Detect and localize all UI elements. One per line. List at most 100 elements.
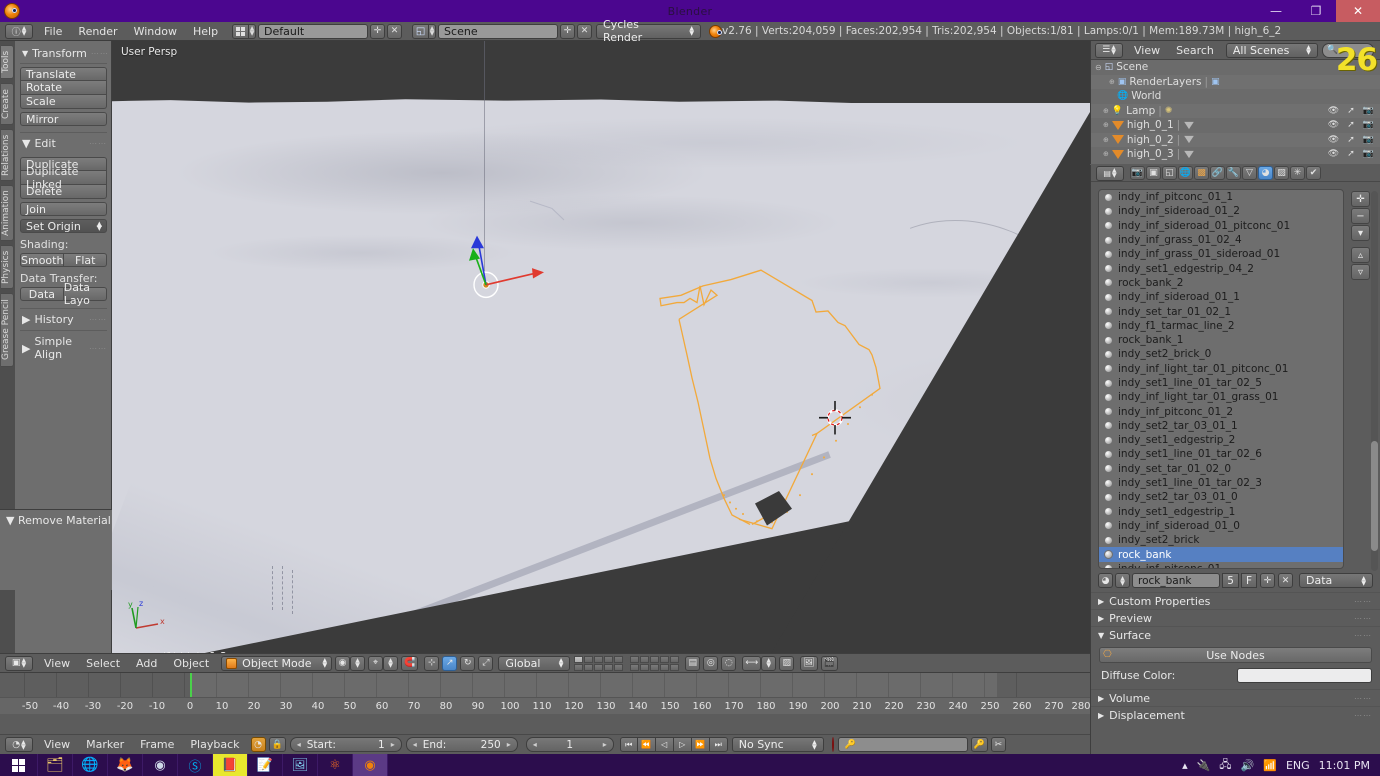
properties-editor-type-selector[interactable]: ▤ ▲ ▼ bbox=[1096, 165, 1124, 181]
restrict-view-icon[interactable]: 👁 bbox=[1328, 120, 1339, 130]
clock[interactable]: 11:01 PM bbox=[1319, 759, 1370, 772]
auto-keyframe-button[interactable]: ◔ bbox=[250, 737, 266, 752]
timeline-menu-view[interactable]: View bbox=[36, 736, 78, 753]
remove-keying-set-button[interactable]: ✂ bbox=[990, 737, 1006, 752]
sync-mode-dropdown[interactable]: No Sync ▲ ▼ bbox=[731, 737, 824, 752]
transform-orientation-dropdown[interactable]: Global ▲ ▼ bbox=[498, 655, 571, 671]
render-animation-button[interactable]: 🎬 bbox=[820, 655, 838, 671]
signal-icon[interactable]: 📶 bbox=[1263, 759, 1277, 772]
material-slot-row[interactable]: indy_inf_light_tar_01_grass_01 bbox=[1099, 390, 1343, 404]
material-slot-row[interactable]: indy_inf_sideroad_01_pitconc_01 bbox=[1099, 219, 1343, 233]
material-slot-row-selected[interactable]: rock_bank bbox=[1099, 547, 1343, 562]
material-slot-row[interactable]: indy_set2_brick bbox=[1099, 533, 1343, 547]
remove-material-slot-header[interactable]: ▼ Remove Material Slot bbox=[0, 510, 112, 527]
set-origin-dropdown[interactable]: Set Origin ▲ ▼ bbox=[20, 219, 107, 233]
menu-file[interactable]: File bbox=[36, 23, 70, 40]
viewport-shading-spinner[interactable]: ▲ ▼ bbox=[350, 655, 366, 671]
outliner-display-mode-dropdown[interactable]: All Scenes ▲ ▼ bbox=[1225, 42, 1318, 58]
photo-viewer-icon[interactable]: 🖼 bbox=[283, 754, 318, 776]
current-frame-field[interactable]: ◂ 1 ▸ bbox=[525, 737, 614, 752]
tab-object[interactable]: ▩ bbox=[1194, 166, 1209, 180]
notepad-icon[interactable]: 📝 bbox=[248, 754, 283, 776]
material-slot-row[interactable]: indy_inf_light_tar_01_pitconc_01 bbox=[1099, 362, 1343, 376]
viewport-menu-add[interactable]: Add bbox=[128, 655, 165, 672]
timeline-menu-frame[interactable]: Frame bbox=[132, 736, 182, 753]
pivot-point-spinner[interactable]: ▲ ▼ bbox=[383, 655, 399, 671]
pivot-point-dropdown[interactable]: ⌖ bbox=[368, 655, 384, 671]
tab-material[interactable]: ◕ bbox=[1258, 166, 1273, 180]
tab-tools[interactable]: Tools bbox=[1, 45, 14, 79]
start-frame-field[interactable]: ◂ Start: 1 ▸ bbox=[289, 737, 402, 752]
material-slot-row[interactable]: indy_set1_edgestrip_1 bbox=[1099, 505, 1343, 519]
translate-manipulator-button[interactable]: ↗ bbox=[442, 655, 458, 671]
transform-panel-header[interactable]: ▼ Transform ⋯⋯ bbox=[20, 45, 108, 64]
material-list-scrollbar[interactable] bbox=[1371, 191, 1378, 571]
material-slot-row[interactable]: indy_inf_grass_01_sideroad_01 bbox=[1099, 247, 1343, 261]
minimize-button[interactable]: — bbox=[1256, 0, 1296, 22]
material-slot-row[interactable]: indy_set1_line_01_tar_02_5 bbox=[1099, 376, 1343, 390]
fake-user-button[interactable]: F bbox=[1240, 573, 1257, 588]
browse-material-icon[interactable]: ◕ bbox=[1098, 573, 1113, 588]
shade-flat-button[interactable]: Flat bbox=[64, 253, 107, 267]
restrict-render-icon[interactable]: 📷 bbox=[1363, 135, 1374, 145]
tab-render[interactable]: 📷 bbox=[1130, 166, 1145, 180]
proportional-edit-button[interactable]: ◌ bbox=[721, 655, 737, 671]
editor-type-selector[interactable]: ⓘ ▲ ▼ bbox=[5, 23, 33, 39]
shade-smooth-button[interactable]: Smooth bbox=[20, 253, 65, 267]
mirror-button[interactable]: Mirror bbox=[20, 112, 107, 126]
material-slot-list[interactable]: indy_inf_pitconc_01_1 indy_inf_sideroad_… bbox=[1098, 189, 1344, 569]
timeline-menu-playback[interactable]: Playback bbox=[182, 736, 247, 753]
restrict-select-icon[interactable]: ➚ bbox=[1347, 120, 1355, 130]
tab-animation[interactable]: Animation bbox=[1, 185, 14, 241]
tab-constraints[interactable]: 🔗 bbox=[1210, 166, 1225, 180]
material-slot-row[interactable]: indy_set2_tar_03_01_0 bbox=[1099, 490, 1343, 504]
material-slot-row[interactable]: indy_inf_sideroad_01_0 bbox=[1099, 519, 1343, 533]
next-keyframe-button[interactable]: ⏩ bbox=[691, 737, 710, 752]
material-slot-row[interactable]: indy_set1_edgestrip_04_2 bbox=[1099, 261, 1343, 275]
start-button[interactable] bbox=[0, 754, 38, 776]
restrict-render-icon[interactable]: 📷 bbox=[1363, 149, 1374, 159]
move-slot-down-button[interactable]: ▿ bbox=[1351, 264, 1370, 280]
tab-render-layers[interactable]: ▣ bbox=[1146, 166, 1161, 180]
new-material-button[interactable]: ✛ bbox=[1260, 573, 1275, 588]
scene-layers-group-1[interactable] bbox=[574, 655, 624, 671]
scale-manipulator-button[interactable]: ⤢ bbox=[478, 655, 494, 671]
history-panel-header[interactable]: ▶ History ⋯⋯ bbox=[20, 308, 107, 330]
diffuse-color-swatch[interactable] bbox=[1237, 668, 1372, 683]
outliner-row-lamp[interactable]: ⊕ 💡 Lamp | ✺ 👁 ➚ 📷 bbox=[1091, 104, 1380, 119]
keying-set-field[interactable]: 🔑 bbox=[837, 737, 968, 752]
restrict-view-icon[interactable]: 👁 bbox=[1328, 106, 1339, 116]
material-name-input[interactable]: rock_bank bbox=[1132, 573, 1221, 588]
jump-to-start-button[interactable]: ⏮ bbox=[619, 737, 638, 752]
duplicate-linked-button[interactable]: Duplicate Linked bbox=[20, 165, 107, 191]
material-slot-row[interactable]: indy_inf_pitconc_01_2 bbox=[1099, 404, 1343, 418]
menu-render[interactable]: Render bbox=[70, 23, 125, 40]
file-explorer-icon[interactable]: 🗂 bbox=[38, 754, 73, 776]
viewport-shading-dropdown[interactable]: ◉ bbox=[335, 655, 351, 671]
material-slot-row[interactable]: indy_f1_tarmac_line_2 bbox=[1099, 319, 1343, 333]
timeline-menu-marker[interactable]: Marker bbox=[78, 736, 132, 753]
viewport-menu-select[interactable]: Select bbox=[78, 655, 128, 672]
material-slot-row[interactable]: rock_bank_2 bbox=[1099, 276, 1343, 290]
outliner-row-high_0_1[interactable]: ⊕ high_0_1 | 👁 ➚ 📷 bbox=[1091, 118, 1380, 133]
manipulator-toggle-button[interactable]: ⊹ bbox=[424, 655, 440, 671]
restrict-view-icon[interactable]: 👁 bbox=[1328, 135, 1339, 145]
tab-world[interactable]: 🌐 bbox=[1178, 166, 1193, 180]
interaction-mode-dropdown[interactable]: Object Mode ▲ ▼ bbox=[221, 655, 333, 671]
material-slot-row[interactable]: indy_set2_tar_03_01_1 bbox=[1099, 419, 1343, 433]
remove-material-slot-button[interactable]: − bbox=[1351, 208, 1370, 224]
panel-displacement[interactable]: ▶ Displacement ⋯⋯ bbox=[1091, 706, 1380, 723]
falloff-spinner[interactable]: ▲ ▼ bbox=[761, 655, 777, 671]
material-slot-row[interactable]: indy_set2_brick_0 bbox=[1099, 347, 1343, 361]
delete-screen-button[interactable]: ✕ bbox=[387, 23, 403, 39]
lock-icon[interactable]: 🔒 bbox=[268, 737, 286, 752]
material-slot-row[interactable]: indy_inf_pitconc_01 bbox=[1099, 562, 1343, 568]
play-button[interactable]: ▷ bbox=[673, 737, 692, 752]
end-frame-field[interactable]: ◂ End: 250 ▸ bbox=[405, 737, 518, 752]
restrict-render-icon[interactable]: 📷 bbox=[1363, 106, 1374, 116]
record-button[interactable] bbox=[831, 737, 834, 752]
screen-layout-icon[interactable] bbox=[232, 23, 250, 39]
restrict-view-icon[interactable]: 👁 bbox=[1328, 149, 1339, 159]
unlink-material-button[interactable]: ✕ bbox=[1278, 573, 1293, 588]
material-slot-row[interactable]: indy_set_tar_01_02_1 bbox=[1099, 304, 1343, 318]
